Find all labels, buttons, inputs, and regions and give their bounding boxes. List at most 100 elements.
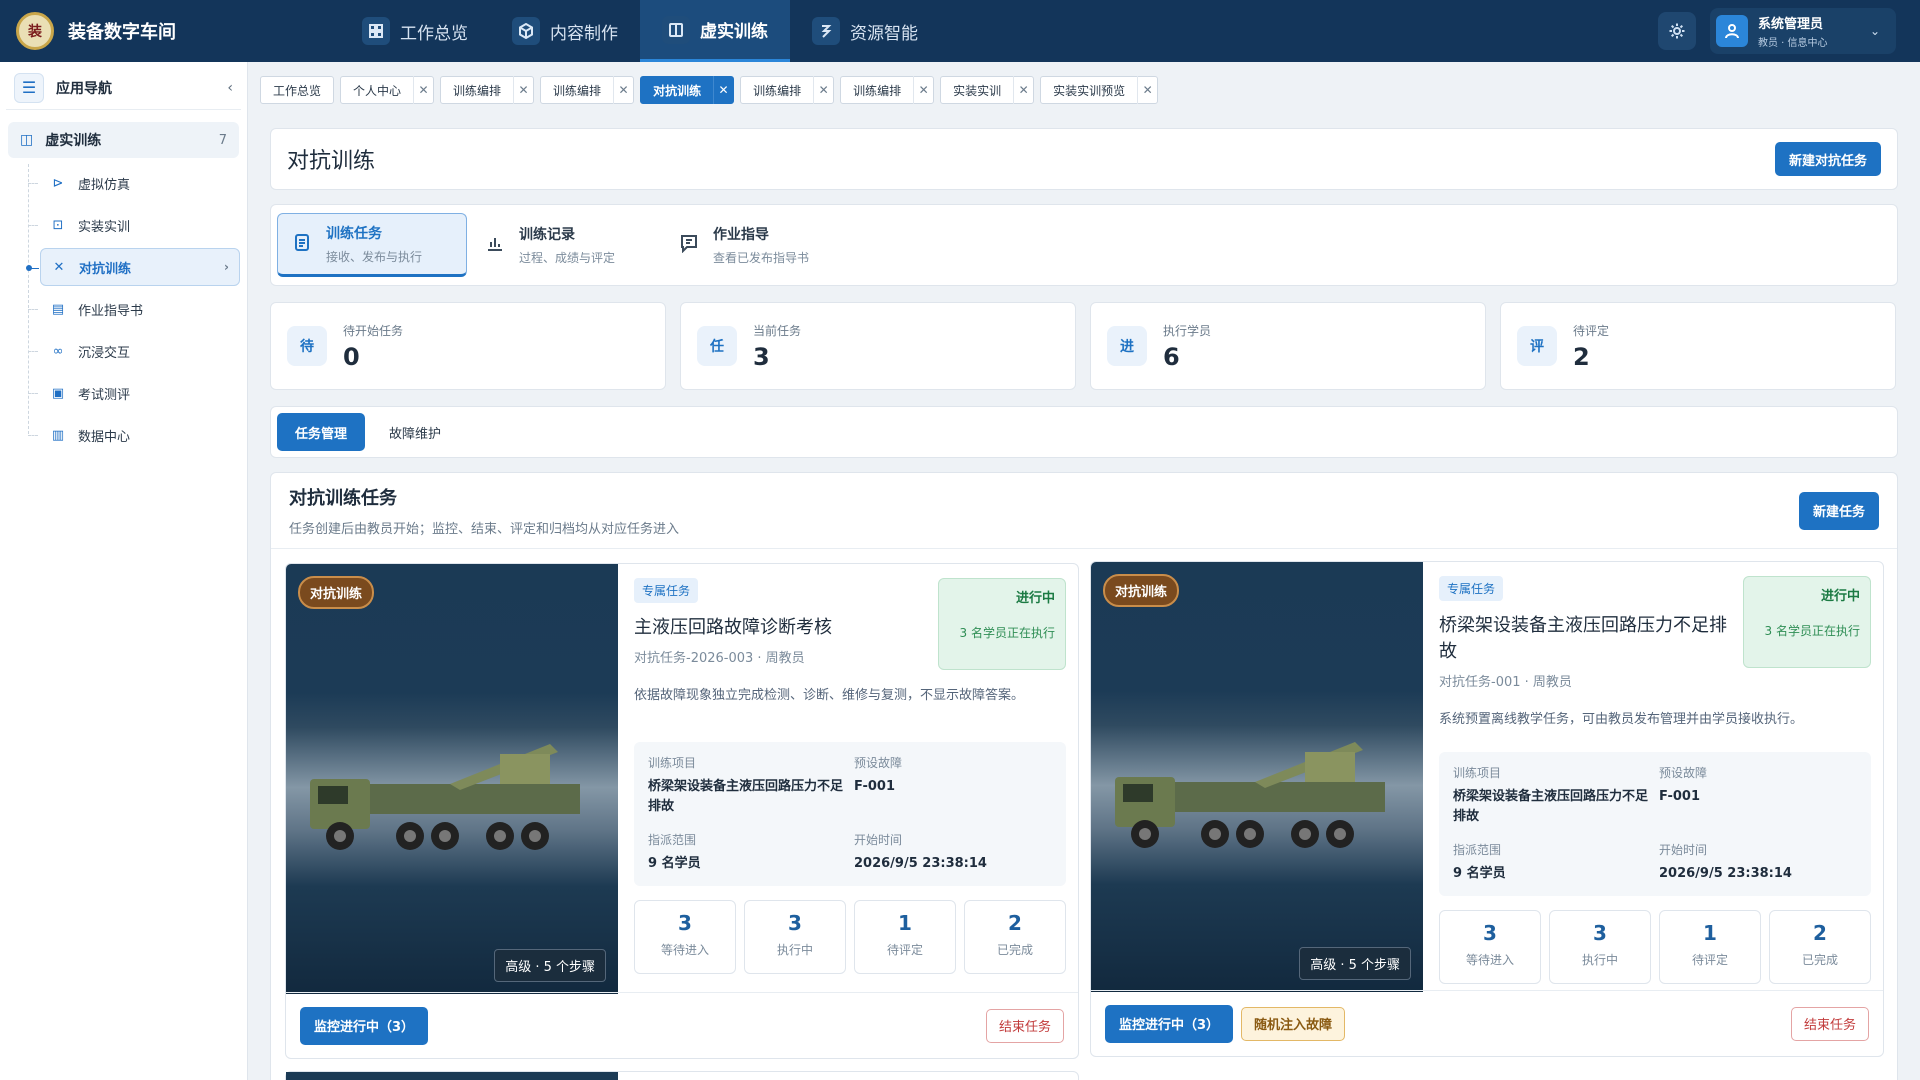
inject-fault-button[interactable]: 随机注入故障 (1241, 1006, 1346, 1041)
mini-stat-label: 执行中 (1581, 953, 1618, 967)
box-icon (512, 17, 540, 45)
task-name: 主液压回路故障诊断考核 (634, 617, 832, 638)
subtab-training-records[interactable]: 训练记录 过程、成绩与评定 (471, 213, 661, 277)
close-icon[interactable]: ✕ (1137, 76, 1157, 104)
info-value: 9 名学员 (648, 856, 701, 871)
tab-schedule-1[interactable]: 训练编排 ✕ (440, 76, 535, 104)
list-icon (292, 232, 312, 256)
monitor-button[interactable]: 监控进行中（3） (1105, 1004, 1234, 1043)
close-icon[interactable]: ✕ (513, 76, 533, 104)
close-icon[interactable]: ✕ (913, 76, 933, 104)
info-value: 桥梁架设装备主液压回路压力不足排故 (1453, 789, 1649, 824)
tab-label: 训练编排 (453, 83, 502, 98)
cross-swords-icon: ✕ (53, 259, 65, 275)
info-value: 2026/9/5 23:38:14 (854, 856, 987, 871)
tab-schedule-4[interactable]: 训练编排 ✕ (840, 76, 935, 104)
tab-label: 实装实训 (953, 83, 1002, 98)
topnav-training[interactable]: 虚实训练 (640, 0, 790, 62)
page-tabs: 工作总览 个人中心 ✕ 训练编排 ✕ 训练编排 ✕ 对抗训练 ✕ 训练编排 ✕ 训练编排 ✕… (260, 76, 1159, 104)
sidebar-item-adversarial[interactable]: ✕ 对抗训练 › (26, 248, 240, 286)
topnav-label: 资源智能 (850, 23, 918, 44)
tab-personal[interactable]: 个人中心 ✕ (340, 76, 435, 104)
status-title: 进行中 (1820, 589, 1860, 604)
close-icon[interactable]: ✕ (613, 76, 633, 104)
task-tag: 专属任务 (1439, 576, 1504, 601)
task-level-badge: 高级 · 5 个步骤 (494, 949, 606, 982)
topnav-label: 内容制作 (550, 23, 618, 44)
subtab-desc: 查看已发布指导书 (713, 251, 810, 265)
close-icon[interactable]: ✕ (813, 76, 833, 104)
sidebar-item-immersive[interactable]: ∞ 沉浸交互 (28, 332, 239, 370)
collapse-chevron-icon[interactable]: ‹ (227, 80, 233, 96)
task-card[interactable]: 对抗训练 高级 · 5 个步骤 专属任务 主液压回路故障诊断考核 对抗任务-20… (285, 563, 1079, 1059)
vehicle-image (1115, 742, 1385, 848)
tab-real-training[interactable]: 实装实训 ✕ (940, 76, 1035, 104)
tab-adversarial[interactable]: 对抗训练 ✕ (640, 76, 735, 104)
segment-fault-maintenance[interactable]: 故障维护 (371, 413, 459, 451)
subtab-training-tasks[interactable]: 训练任务 接收、发布与执行 (277, 213, 467, 277)
info-value: F-001 (1659, 789, 1701, 804)
new-adversarial-task-button[interactable]: 新建对抗任务 (1774, 142, 1881, 176)
task-body: 专属任务 桥梁架设装备主液压回路压力不足排故 对抗任务-001 · 周教员 进行… (1439, 576, 1871, 984)
mini-stat-value: 1 (898, 911, 912, 935)
app-title: 装备数字车间 (68, 22, 176, 43)
sidebar-group-count: 7 (218, 132, 227, 148)
tab-schedule-3[interactable]: 训练编排 ✕ (740, 76, 835, 104)
sidebar-group-training[interactable]: ◫ 虚实训练 7 (8, 122, 239, 158)
info-label: 指派范围 (1453, 843, 1502, 857)
task-image: 对抗训练 高级 · 5 个步骤 (286, 564, 618, 994)
status-desc: 3 名学员正在执行 (959, 626, 1055, 640)
sidebar-item-work-guide[interactable]: ▤ 作业指导书 (28, 290, 239, 328)
user-menu[interactable]: 系统管理员 教员 · 信息中心 ⌄ (1710, 8, 1896, 54)
task-card[interactable]: 对抗训练 高级 · 5 个步骤 专属任务 桥梁架设装备主液压回路压力不足排故 对… (1090, 561, 1884, 1057)
tasks-header: 对抗训练任务 任务创建后由教员开始；监控、结束、评定和归档均从对应任务进入 新建… (271, 473, 1897, 549)
stat-pending-review: 评 待评定 2 (1500, 302, 1896, 390)
topnav-label: 虚实训练 (700, 22, 768, 42)
close-icon[interactable]: ✕ (413, 76, 433, 104)
topnav-content[interactable]: 内容制作 (490, 0, 640, 62)
new-task-button[interactable]: 新建任务 (1798, 491, 1879, 530)
sidebar-item-real-training[interactable]: ⊡ 实装实训 (28, 206, 239, 244)
tab-overview[interactable]: 工作总览 (260, 76, 335, 104)
task-footer: 监控进行中（3） 结束任务 (286, 992, 1078, 1058)
segment-control: 任务管理 故障维护 (270, 406, 1898, 458)
topnav-overview[interactable]: 工作总览 (340, 0, 490, 62)
topnav-resource[interactable]: 资源智能 (790, 0, 940, 62)
section-tabs: 训练任务 接收、发布与执行 训练记录 过程、成绩与评定 作业指导 查看已发布指导书 (270, 204, 1898, 286)
tab-schedule-2[interactable]: 训练编排 ✕ (540, 76, 635, 104)
monitor-button[interactable]: 监控进行中（3） (300, 1006, 429, 1045)
stat-pending-tasks: 待 待开始任务 0 (270, 302, 666, 390)
end-task-button[interactable]: 结束任务 (1790, 1006, 1869, 1041)
sidebar-group-label: 虚实训练 (45, 133, 102, 149)
vehicle-image (310, 744, 580, 850)
menu-icon[interactable]: ☰ (14, 72, 44, 103)
sidebar-items: ⊳ 虚拟仿真 ⊡ 实装实训 ✕ 对抗训练 › ▤ 作业指导书 ∞ 沉浸交互 ▣ … (26, 164, 240, 454)
close-icon[interactable]: ✕ (713, 76, 733, 104)
mini-stat-label: 等待进入 (1465, 953, 1514, 967)
info-label: 开始时间 (1659, 843, 1708, 857)
sidebar-item-exam[interactable]: ▣ 考试测评 (28, 374, 239, 412)
mini-stat: 2 已完成 (964, 900, 1066, 974)
bar-chart-icon (485, 233, 505, 257)
sidebar-item-virtual-sim[interactable]: ⊳ 虚拟仿真 (28, 164, 239, 202)
end-task-button[interactable]: 结束任务 (985, 1008, 1064, 1043)
clipboard-icon: ▣ (51, 385, 65, 401)
settings-button[interactable] (1658, 12, 1696, 50)
user-role: 教员 · 信息中心 (1758, 38, 1828, 49)
document-icon: ▤ (51, 301, 65, 317)
sidebar-item-data-center[interactable]: ▥ 数据中心 (28, 416, 239, 454)
subtab-work-guide[interactable]: 作业指导 查看已发布指导书 (665, 213, 855, 277)
play-icon: ⊳ (52, 175, 64, 191)
brand[interactable]: 装 装备数字车间 (0, 12, 340, 50)
status-title: 进行中 (1015, 591, 1055, 606)
mini-stat-label: 执行中 (776, 943, 813, 957)
mini-stat-label: 待评定 (886, 943, 923, 957)
tab-real-training-preview[interactable]: 实装实训预览 ✕ (1040, 76, 1159, 104)
sidebar: ☰ 应用导航 ‹ ◫ 虚实训练 7 ⊳ 虚拟仿真 ⊡ 实装实训 ✕ 对抗训练 ›… (0, 62, 248, 1080)
mini-stat-value: 1 (1703, 921, 1717, 945)
subtab-title: 训练记录 (519, 227, 575, 243)
segment-task-management[interactable]: 任务管理 (277, 413, 366, 451)
close-icon[interactable]: ✕ (1013, 76, 1033, 104)
sidebar-item-label: 数据中心 (78, 429, 131, 445)
pending-icon: 待 (287, 326, 327, 366)
